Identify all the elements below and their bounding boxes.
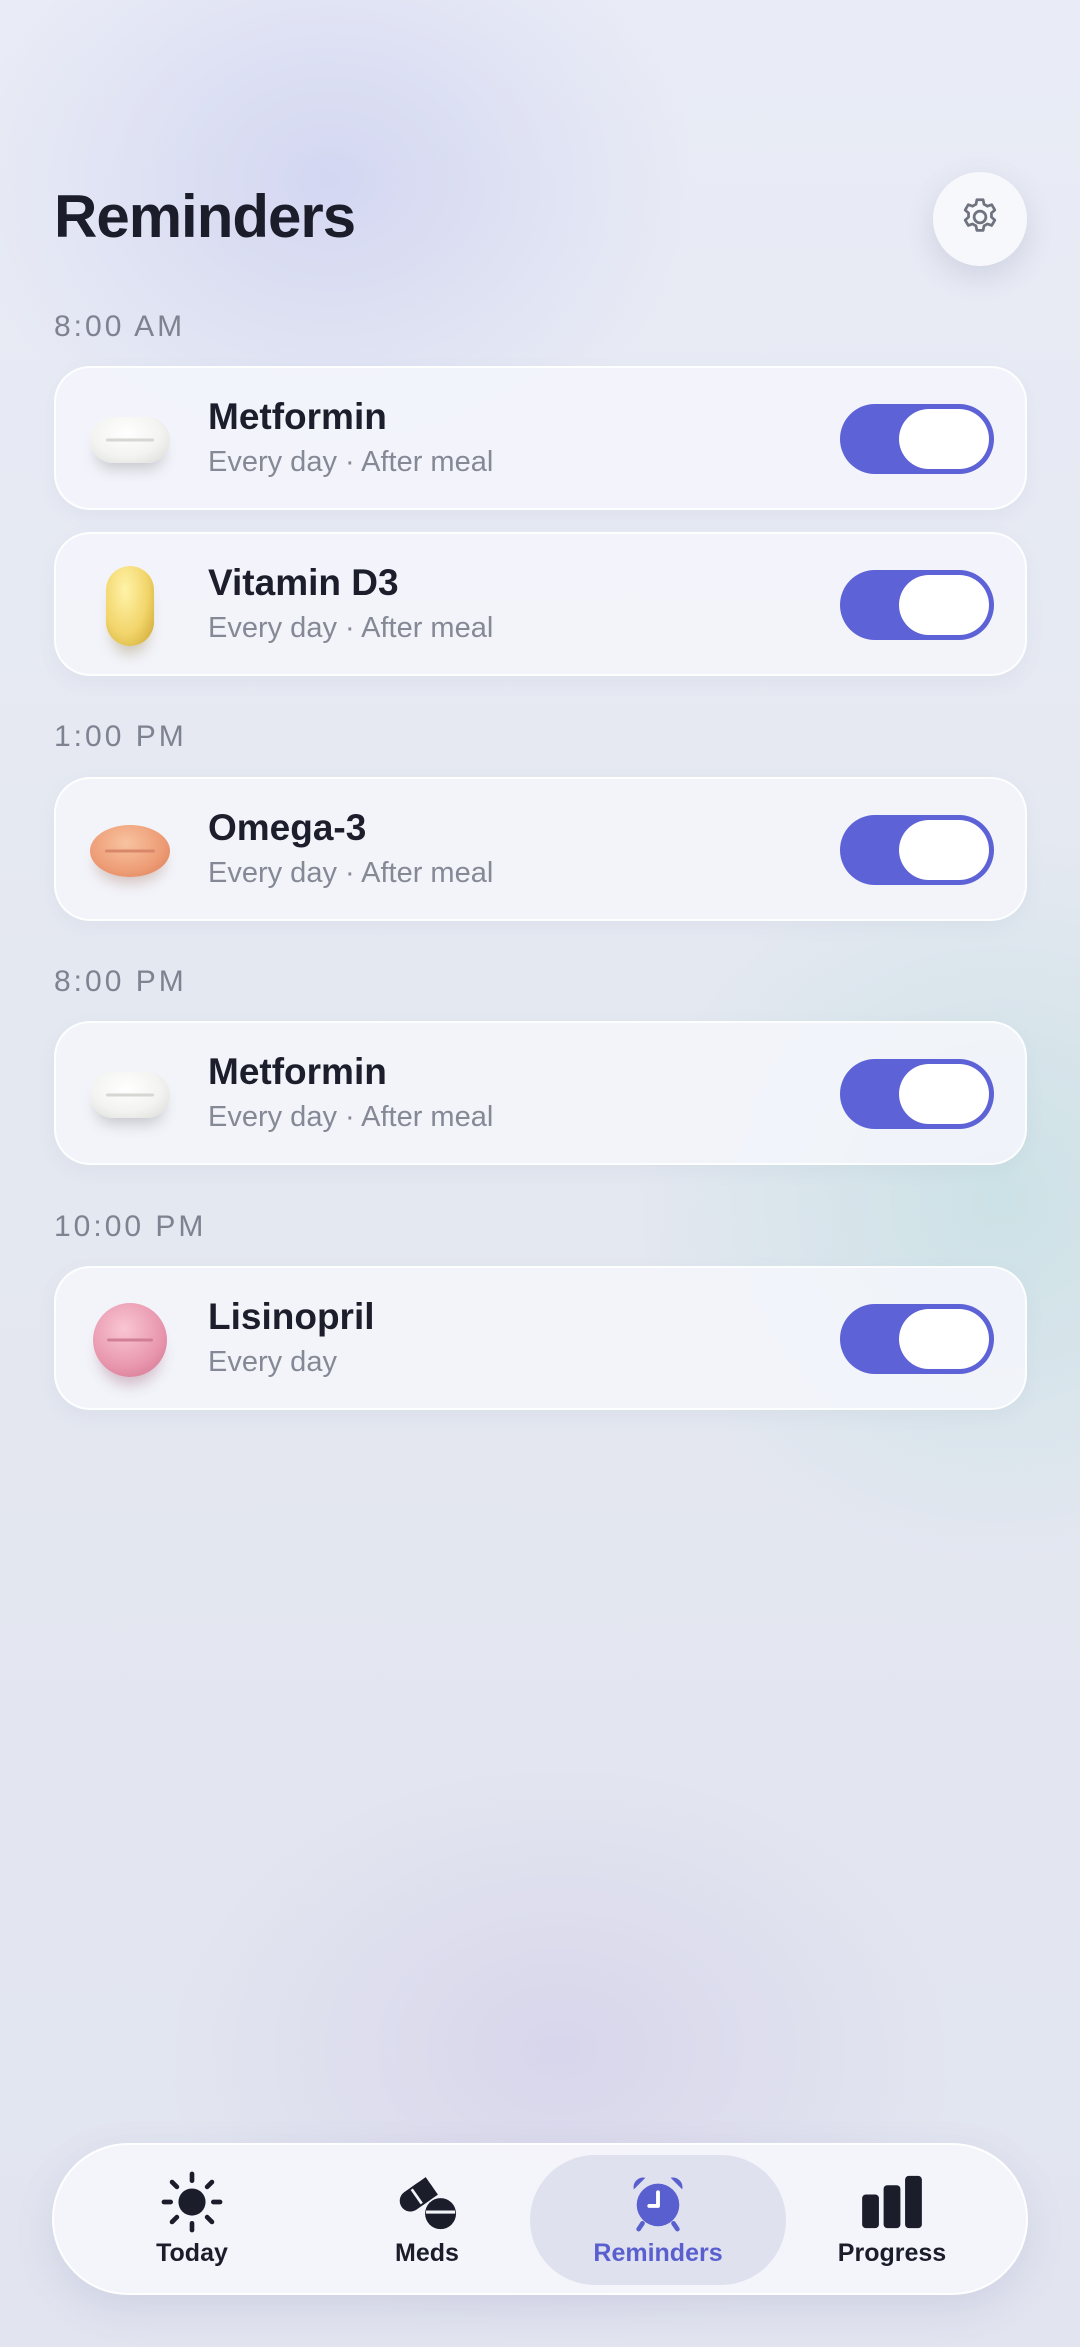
toggle-knob [899, 1309, 989, 1369]
section-time-label: 8:00 PM [54, 965, 187, 998]
reminder-toggle[interactable] [840, 815, 994, 885]
medication-name: Omega-3 [208, 807, 367, 848]
reminder-card[interactable]: Lisinopril Every day [54, 1266, 1027, 1410]
pink-round-pill-icon [80, 1290, 180, 1390]
toggle-knob [899, 820, 989, 880]
tab-meds[interactable]: Meds [309, 2155, 545, 2285]
reminder-card[interactable]: Vitamin D3 Every day · After meal [54, 532, 1027, 676]
tab-label: Reminders [593, 2239, 723, 2267]
medication-schedule: Every day [208, 1346, 337, 1378]
settings-button[interactable] [933, 172, 1027, 266]
medication-name: Metformin [208, 1051, 387, 1092]
medication-name: Metformin [208, 396, 387, 437]
pills-icon [392, 2171, 462, 2233]
tab-reminders[interactable]: Reminders [530, 2155, 786, 2285]
reminder-card[interactable]: Metformin Every day · After meal [54, 1021, 1027, 1165]
reminder-card[interactable]: Metformin Every day · After meal [54, 366, 1027, 510]
medication-schedule: Every day · After meal [208, 1101, 494, 1133]
yellow-capsule-icon [80, 556, 180, 656]
toggle-knob [899, 409, 989, 469]
page-title: Reminders [54, 183, 356, 250]
tab-today[interactable]: Today [74, 2155, 310, 2285]
reminder-toggle[interactable] [840, 1304, 994, 1374]
bar-chart-icon [857, 2171, 927, 2233]
tab-label: Meds [395, 2239, 459, 2267]
section-time-label: 1:00 PM [54, 720, 187, 753]
reminder-card[interactable]: Omega-3 Every day · After meal [54, 777, 1027, 921]
alarm-clock-icon [623, 2171, 693, 2233]
bottom-tab-bar: Today Meds Reminders Progress [52, 2143, 1028, 2295]
medication-schedule: Every day · After meal [208, 446, 494, 478]
sun-icon [157, 2171, 227, 2233]
tab-label: Progress [837, 2239, 947, 2267]
medication-name: Vitamin D3 [208, 562, 399, 603]
medication-schedule: Every day · After meal [208, 612, 494, 644]
white-oval-pill-icon [80, 390, 180, 490]
tab-progress[interactable]: Progress [774, 2155, 1010, 2285]
reminder-toggle[interactable] [840, 570, 994, 640]
orange-oval-pill-icon [80, 801, 180, 901]
gear-icon [958, 195, 1002, 244]
section-time-label: 10:00 PM [54, 1210, 207, 1243]
tab-label: Today [156, 2239, 228, 2267]
section-time-label: 8:00 AM [54, 310, 186, 343]
reminder-toggle[interactable] [840, 1059, 994, 1129]
toggle-knob [899, 575, 989, 635]
white-oval-pill-icon [80, 1045, 180, 1145]
medication-name: Lisinopril [208, 1296, 375, 1337]
toggle-knob [899, 1064, 989, 1124]
reminder-toggle[interactable] [840, 404, 994, 474]
medication-schedule: Every day · After meal [208, 857, 494, 889]
